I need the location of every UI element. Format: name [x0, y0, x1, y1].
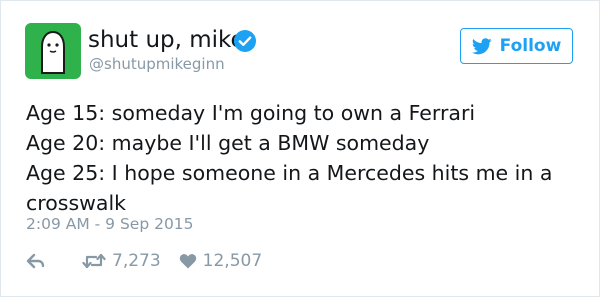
twitter-bird-icon: [471, 37, 492, 54]
tweet-line: crosswalk: [26, 191, 127, 215]
tweet-card: shut up, mike @shutupmikeginn Follow Age…: [0, 0, 600, 297]
avatar[interactable]: [25, 23, 81, 79]
like-count: 12,507: [202, 251, 263, 271]
tweet-timestamp[interactable]: 2:09 AM - 9 Sep 2015: [26, 215, 194, 233]
tweet-actions: 7,273 12,507: [26, 249, 262, 273]
follow-button-label: Follow: [499, 36, 562, 56]
reply-button[interactable]: [26, 253, 46, 269]
retweet-count: 7,273: [112, 251, 161, 271]
follow-button[interactable]: Follow: [460, 28, 573, 64]
display-name[interactable]: shut up, mike: [88, 27, 245, 53]
like-button[interactable]: 12,507: [179, 251, 262, 271]
verified-badge-icon: [234, 30, 256, 52]
retweet-icon: [82, 253, 106, 269]
reply-icon: [26, 253, 45, 269]
retweet-button[interactable]: 7,273: [82, 251, 161, 271]
tweet-line: Age 25: I hope someone in a Mercedes hit…: [26, 161, 553, 185]
tweet-line: Age 20: maybe I'll get a BMW someday: [26, 131, 430, 155]
user-handle[interactable]: @shutupmikeginn: [89, 55, 225, 73]
ghost-figure-icon: [41, 30, 65, 74]
tweet-text: Age 15: someday I'm going to own a Ferra…: [26, 98, 586, 218]
tweet-line: Age 15: someday I'm going to own a Ferra…: [26, 101, 476, 125]
heart-icon: [179, 254, 196, 269]
